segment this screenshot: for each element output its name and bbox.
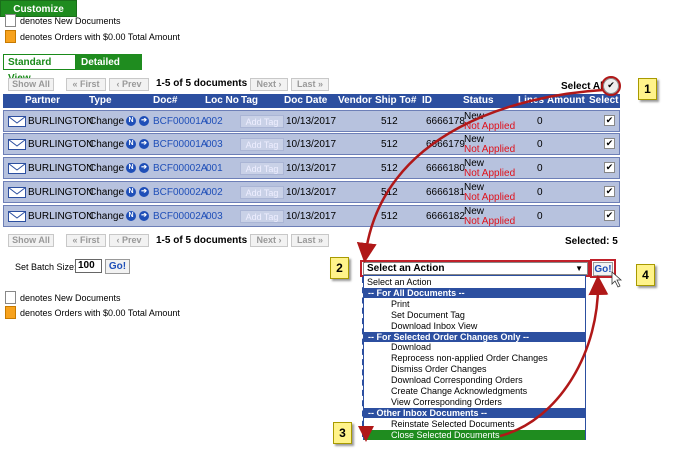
arrow-to-action-select xyxy=(356,88,604,263)
select-all-highlight-ring xyxy=(601,76,621,96)
cursor-icon xyxy=(611,271,623,288)
annotation-arrows xyxy=(356,76,623,442)
arrow-to-go-button xyxy=(499,275,609,438)
